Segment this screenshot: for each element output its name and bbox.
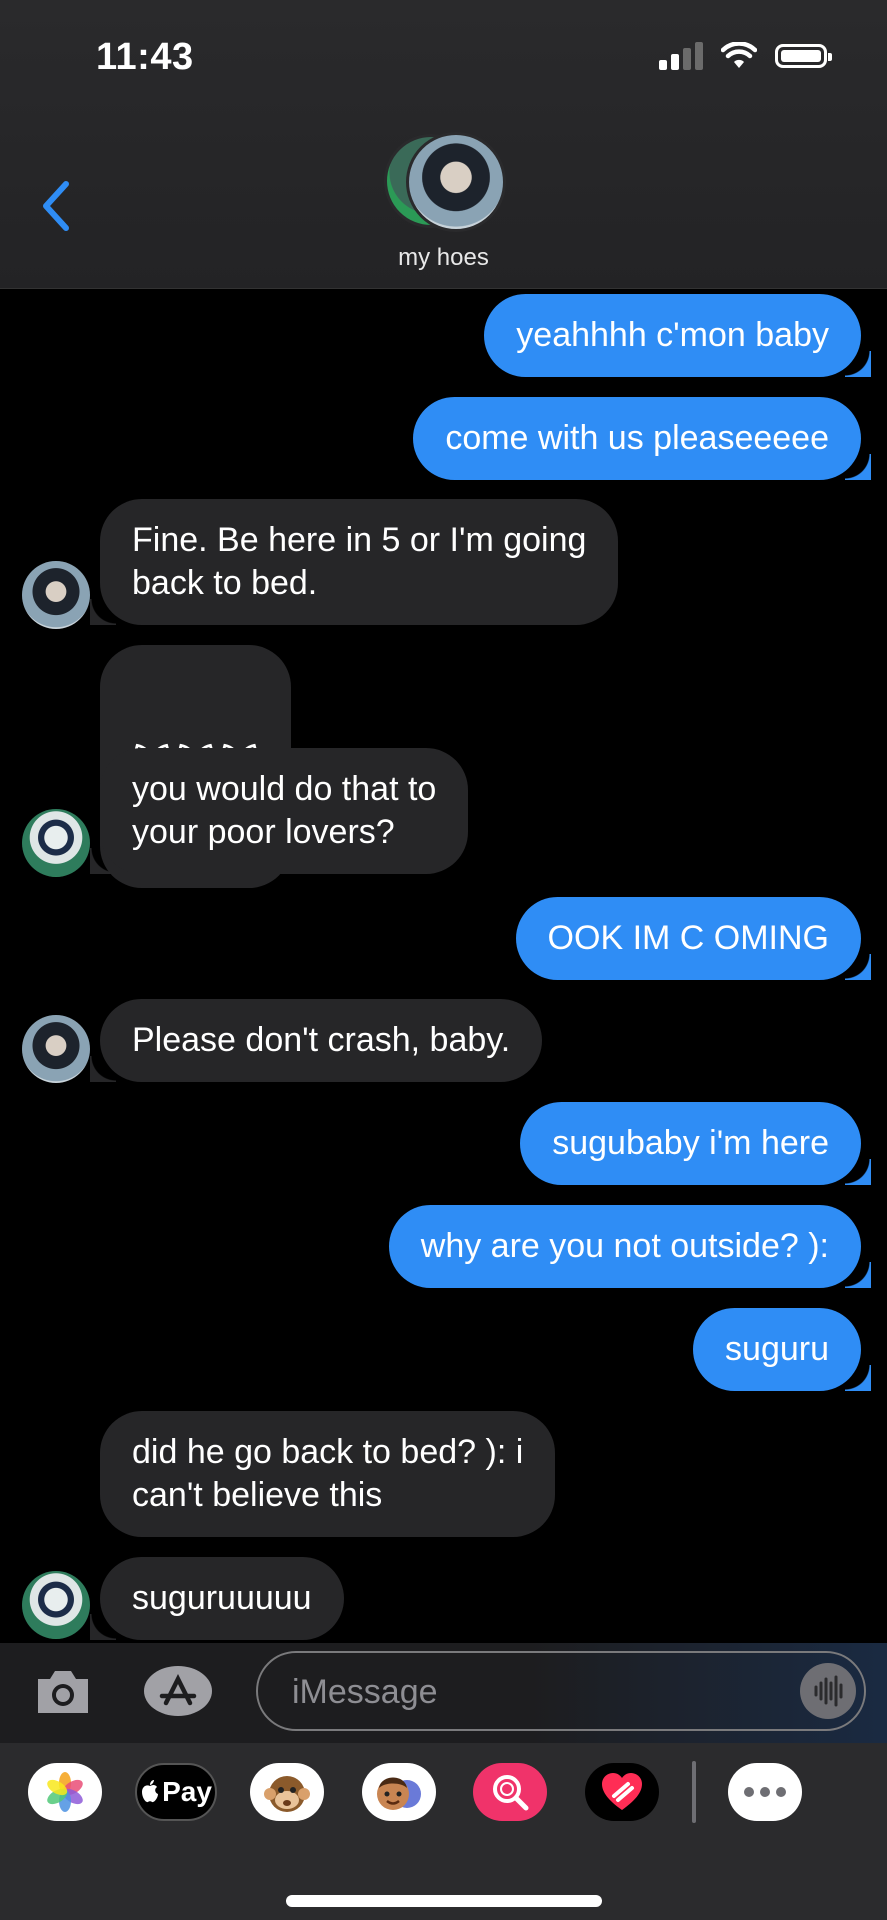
digital-touch-icon[interactable] — [585, 1763, 659, 1821]
group-avatar[interactable] — [384, 132, 506, 232]
message-list[interactable]: yeahhhh c'mon baby come with us pleaseee… — [0, 289, 887, 1643]
app-store-icon[interactable] — [142, 1665, 214, 1717]
message-bubble[interactable]: OOK IM C OMING — [515, 897, 872, 980]
message-bubble[interactable]: suguruuuuu — [90, 1557, 344, 1640]
audio-message-icon[interactable] — [800, 1663, 856, 1719]
more-icon[interactable] — [728, 1763, 802, 1821]
apple-pay-label: Pay — [162, 1776, 212, 1807]
cellular-signal-icon — [659, 42, 703, 70]
sender-avatar-suguru[interactable] — [22, 1015, 90, 1083]
memoji-icon[interactable] — [362, 1763, 436, 1821]
wifi-icon — [721, 42, 757, 68]
status-time: 11:43 — [96, 36, 194, 78]
imessage-input[interactable]: iMessage — [256, 1651, 866, 1731]
input-bar: iMessage — [0, 1643, 887, 1743]
status-icons — [659, 42, 832, 70]
image-search-icon[interactable] — [473, 1763, 547, 1821]
message-bubble[interactable]: suguru — [693, 1308, 871, 1391]
back-chevron-icon[interactable] — [36, 176, 76, 236]
app-tray: Pay — [0, 1743, 887, 1920]
sender-avatar-satoru[interactable] — [22, 1571, 90, 1639]
memoji-monkey-icon[interactable] — [250, 1763, 324, 1821]
message-bubble[interactable]: why are you not outside? ): — [388, 1205, 872, 1288]
apple-logo-icon — [142, 1780, 159, 1803]
sender-avatar-suguru[interactable] — [22, 561, 90, 629]
conversation-header: 11:43 my hoes — [0, 0, 887, 289]
apple-pay-icon[interactable]: Pay — [135, 1763, 217, 1821]
message-bubble[interactable]: sugubaby i'm here — [520, 1102, 871, 1185]
message-bubble[interactable]: Please don't crash, baby. — [89, 999, 543, 1082]
photos-icon[interactable] — [28, 1763, 102, 1821]
message-bubble[interactable]: Fine. Be here in 5 or I'm going back to … — [89, 499, 619, 625]
message-bubble[interactable]: come with us pleaseeeee — [413, 397, 871, 480]
sender-avatar-satoru[interactable] — [22, 809, 90, 877]
message-bubble[interactable]: you would do that to your poor lovers? — [89, 748, 469, 874]
message-bubble[interactable]: did he go back to bed? ): i can't believ… — [100, 1411, 556, 1537]
avatar-suguru — [406, 132, 506, 232]
input-placeholder: iMessage — [292, 1673, 438, 1711]
battery-icon — [775, 44, 832, 68]
group-name: my hoes — [398, 244, 489, 271]
tray-divider — [692, 1761, 696, 1823]
camera-icon[interactable] — [34, 1667, 92, 1717]
home-indicator[interactable] — [286, 1895, 602, 1907]
message-bubble[interactable]: yeahhhh c'mon baby — [484, 294, 871, 377]
